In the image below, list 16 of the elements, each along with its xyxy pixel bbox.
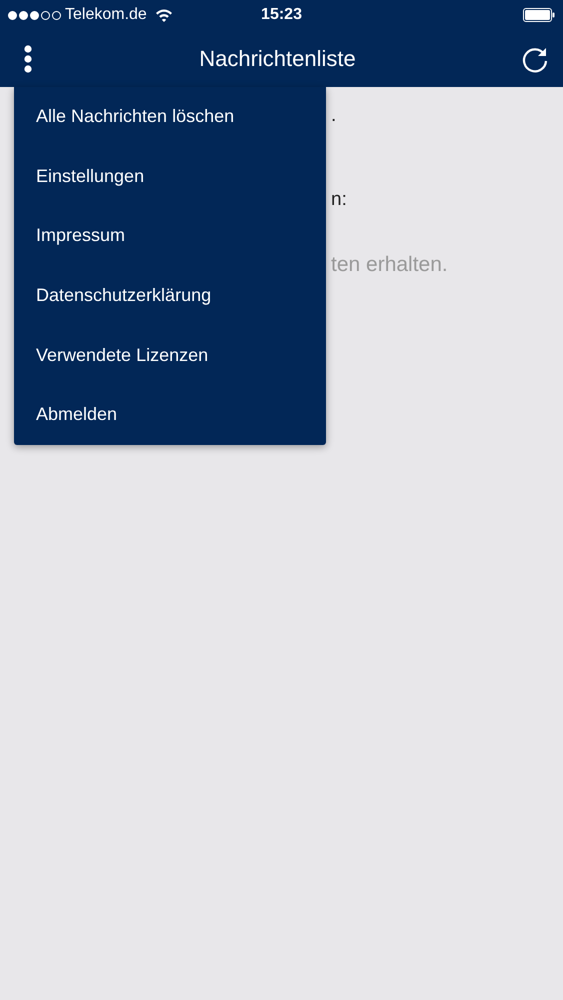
menu-button[interactable] <box>22 44 34 72</box>
status-time: 15:23 <box>261 6 302 24</box>
menu-item[interactable]: Verwendete Lizenzen <box>14 325 326 385</box>
menu-item[interactable]: Datenschutzerklärung <box>14 266 326 326</box>
carrier-name: Telekom.de <box>65 6 147 24</box>
screen-title: Nachrichtenliste <box>199 46 356 72</box>
menu-item[interactable]: Einstellungen <box>14 146 326 206</box>
menu-item[interactable]: Alle Nachrichten löschen <box>14 87 326 147</box>
wifi-icon <box>154 8 173 22</box>
message-text: n: <box>331 189 348 211</box>
signal-icon <box>8 10 61 20</box>
message-text: ten erhalten. <box>331 253 449 277</box>
message-text: . <box>331 105 338 127</box>
battery-icon <box>523 8 555 22</box>
menu-item[interactable]: Abmelden <box>14 384 326 445</box>
menu-item[interactable]: Impressum <box>14 206 326 266</box>
